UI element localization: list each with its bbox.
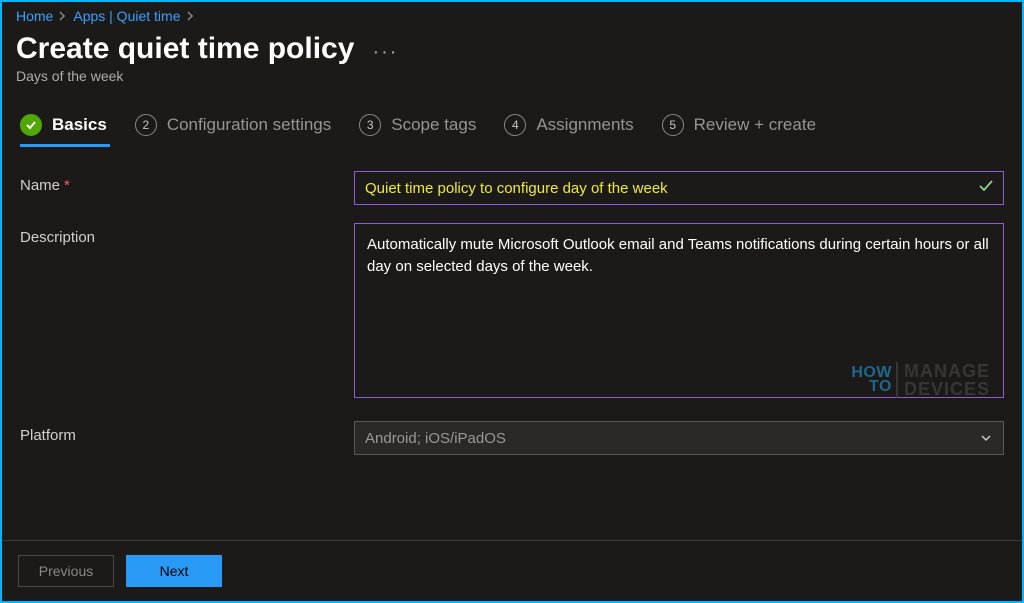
valid-check-icon xyxy=(978,178,994,194)
platform-value: Android; iOS/iPadOS xyxy=(365,430,506,447)
wizard-step-scope-tags[interactable]: 3 Scope tags xyxy=(359,114,476,136)
step-number: 4 xyxy=(504,114,526,136)
breadcrumb: Home Apps | Quiet time xyxy=(2,2,1022,26)
form-basics: Name* Description Platform Andro xyxy=(2,165,1022,479)
wizard-step-assignments[interactable]: 4 Assignments xyxy=(504,114,633,136)
breadcrumb-home[interactable]: Home xyxy=(16,8,53,24)
description-label: Description xyxy=(20,223,354,246)
chevron-right-icon xyxy=(187,11,195,21)
next-button[interactable]: Next xyxy=(126,555,222,587)
wizard-step-label: Assignments xyxy=(536,115,633,135)
previous-button[interactable]: Previous xyxy=(18,555,114,587)
wizard-step-label: Configuration settings xyxy=(167,115,331,135)
page-subtitle: Days of the week xyxy=(2,66,1022,94)
description-input[interactable] xyxy=(354,223,1004,398)
name-label: Name* xyxy=(20,171,354,194)
active-step-underline xyxy=(20,144,110,147)
chevron-down-icon xyxy=(979,431,993,445)
wizard-footer: Previous Next xyxy=(2,540,1022,601)
wizard-steps: Basics 2 Configuration settings 3 Scope … xyxy=(2,94,1022,136)
wizard-step-label: Scope tags xyxy=(391,115,476,135)
platform-select[interactable]: Android; iOS/iPadOS xyxy=(354,421,1004,455)
check-icon xyxy=(20,114,42,136)
wizard-step-label: Review + create xyxy=(694,115,816,135)
wizard-step-basics[interactable]: Basics xyxy=(20,114,107,136)
step-number: 5 xyxy=(662,114,684,136)
step-number: 2 xyxy=(135,114,157,136)
wizard-step-label: Basics xyxy=(52,115,107,135)
name-input[interactable] xyxy=(354,171,1004,205)
breadcrumb-apps-quiet-time[interactable]: Apps | Quiet time xyxy=(73,8,180,24)
platform-label: Platform xyxy=(20,421,354,444)
wizard-step-review-create[interactable]: 5 Review + create xyxy=(662,114,816,136)
page-title: Create quiet time policy xyxy=(16,32,354,66)
wizard-step-configuration-settings[interactable]: 2 Configuration settings xyxy=(135,114,331,136)
more-actions-button[interactable]: ··· xyxy=(372,41,398,64)
chevron-right-icon xyxy=(59,11,67,21)
step-number: 3 xyxy=(359,114,381,136)
